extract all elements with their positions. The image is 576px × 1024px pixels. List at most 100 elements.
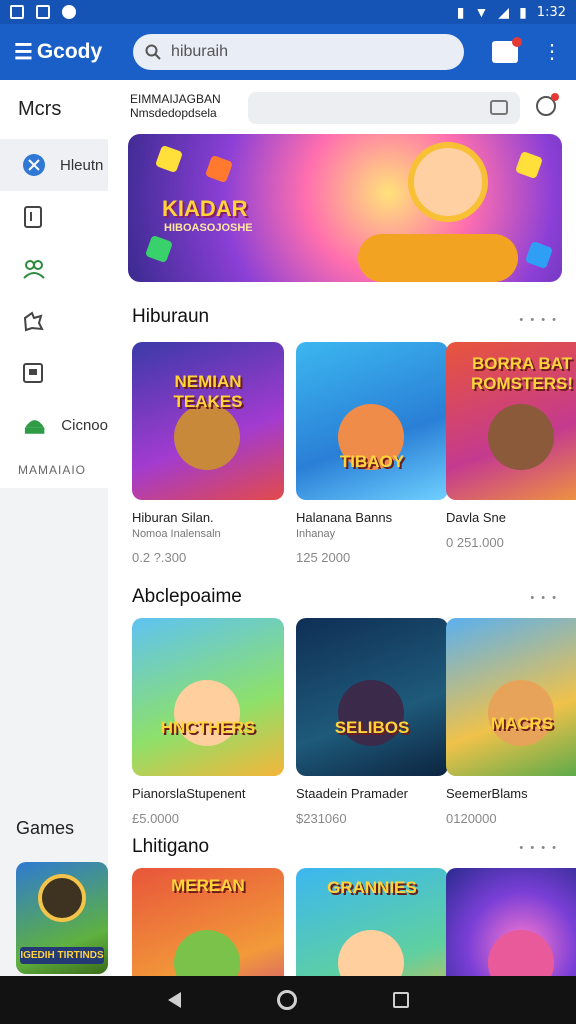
- game-price: $231060: [296, 811, 347, 826]
- games-thumb-text: IGEDIH TIRTINDS: [20, 947, 104, 964]
- thumbnail-text: TIBAOY: [339, 452, 405, 471]
- game-character-image: [338, 930, 404, 976]
- drawer-section-label: MAMAIAIO: [18, 463, 87, 477]
- banner-title: KIADAR: [162, 196, 248, 221]
- games-label: Games: [16, 818, 75, 838]
- game-thumbnail: BORRA BAT ROMSTERS!: [446, 342, 576, 500]
- decor-cube: [204, 154, 234, 184]
- search-input[interactable]: hiburaih: [171, 43, 228, 61]
- game-card[interactable]: MACRS SeemerBlams 0120000: [446, 618, 576, 826]
- thumbnail-text: GRANNIES: [327, 878, 417, 897]
- section-more-button[interactable]: • • •: [530, 592, 558, 604]
- gamepad-image: [358, 234, 518, 282]
- drawer-item-3[interactable]: [0, 295, 108, 347]
- thumbnail-text: SELIBOS: [334, 718, 410, 737]
- game-character-image: [174, 404, 240, 470]
- game-thumbnail: MACRS: [446, 618, 576, 776]
- store-header-line2: Nmsdedopdsela: [130, 106, 217, 120]
- drawer-item-0[interactable]: Hleutn: [0, 139, 108, 191]
- game-thumbnail: [446, 868, 576, 976]
- decor-cube: [154, 144, 184, 174]
- back-icon[interactable]: [167, 992, 181, 1008]
- game-price: £5.0000: [132, 811, 179, 826]
- drawer-item-label: Cicnoo: [61, 416, 108, 434]
- inbox-icon[interactable]: [492, 37, 522, 63]
- games-thumbnail[interactable]: IGEDIH TIRTINDS: [16, 862, 108, 974]
- drawer-item-4[interactable]: [0, 347, 108, 399]
- drawer-title: Mcrs: [18, 98, 62, 120]
- thumbnail-text: BORRA BAT ROMSTERS!: [471, 354, 573, 393]
- game-card[interactable]: SELIBOS Staadein Pramader $231060: [296, 618, 448, 826]
- game-price: 0 251.000: [446, 535, 504, 550]
- drawer-item-5[interactable]: Cicnoo: [0, 399, 108, 451]
- game-price: 0120000: [446, 811, 497, 826]
- section-more-button[interactable]: • • • •: [519, 842, 558, 854]
- thumbnail-text: HNCTHERS: [160, 718, 256, 737]
- thumbnail-text: MACRS: [490, 714, 554, 733]
- game-character-image: [488, 680, 554, 746]
- game-thumbnail: GRANNIES: [296, 868, 448, 976]
- game-title: Davla Sne: [446, 510, 506, 525]
- decor-cube: [524, 240, 554, 270]
- game-subtitle: Inhanay: [296, 528, 336, 540]
- store-header-line1: EIMMAIJAGBAN: [130, 92, 221, 106]
- game-title: Staadein Pramader: [296, 786, 409, 801]
- discord-notification-icon: [62, 5, 76, 19]
- game-card[interactable]: GRANNIES: [296, 868, 448, 976]
- tablet-icon: [24, 206, 42, 228]
- secondary-search-bar[interactable]: [248, 92, 520, 124]
- app-title: Gcody: [36, 40, 103, 63]
- more-vert-icon[interactable]: ⋮: [542, 42, 562, 62]
- side-drawer: Mcrs Hleutn Cicnoo MAMAIAIO: [0, 80, 108, 488]
- game-price: 0.2 ?.300: [132, 550, 187, 565]
- thumbnail-text: NEMIAN TEAKES: [173, 372, 243, 411]
- store-header: EIMMAIJAGBAN Nmsdedopdsela: [130, 92, 221, 120]
- puzzle-icon: [23, 311, 44, 332]
- notification-badge: [512, 37, 522, 47]
- vibrate-icon: ▮: [456, 3, 465, 20]
- drawer-item-2[interactable]: [0, 243, 108, 295]
- people-icon: [23, 260, 45, 279]
- game-card[interactable]: BORRA BAT ROMSTERS! Davla Sne 0 251.000: [446, 342, 576, 550]
- search-icon: [145, 44, 161, 60]
- main-content: EIMMAIJAGBAN Nmsdedopdsela KIADAR HIBOAS…: [108, 80, 576, 976]
- app-logo[interactable]: ☰ Gcody: [14, 40, 119, 65]
- game-thumbnail: TIBAOY: [296, 342, 448, 500]
- game-card[interactable]: NEMIAN TEAKES Hiburan Silan. Nomoa Inale…: [132, 342, 284, 565]
- section-more-button[interactable]: • • • •: [519, 314, 558, 326]
- hero-banner[interactable]: KIADAR HIBOASOJOSHE: [128, 134, 562, 282]
- recent-apps-icon[interactable]: [392, 992, 409, 1008]
- game-character-image: [38, 874, 86, 922]
- clock: 1:32: [536, 4, 566, 20]
- game-title: SeemerBlams: [446, 786, 528, 801]
- wifi-icon: ▼: [474, 4, 489, 20]
- game-price: 125 2000: [296, 550, 351, 565]
- home-icon[interactable]: [276, 990, 297, 1010]
- thumbnail-text: MEREAN: [171, 876, 245, 895]
- game-thumbnail: MEREAN: [132, 868, 284, 976]
- navigation-bar: [0, 976, 576, 1024]
- gallery-notification-icon: [10, 5, 24, 19]
- game-card[interactable]: MEREAN: [132, 868, 284, 976]
- section-title: Lhitigano: [132, 836, 210, 857]
- drawer-item-label: Hleutn: [60, 156, 104, 174]
- camera-icon[interactable]: [490, 100, 508, 115]
- notification-bell-icon[interactable]: [536, 93, 559, 116]
- decor-cube: [514, 150, 544, 180]
- status-bar: ▮ ▼ ◢ ▮ 1:32: [0, 0, 576, 24]
- game-card[interactable]: [446, 868, 576, 976]
- search-bar[interactable]: hiburaih: [133, 34, 465, 70]
- signal-icon: ◢: [498, 3, 510, 20]
- menu-icon[interactable]: ☰: [14, 40, 33, 65]
- game-title: PianorslaStupenent: [132, 786, 246, 801]
- drawer-item-1[interactable]: [0, 191, 108, 243]
- game-card[interactable]: TIBAOY Halanana Banns Inhanay 125 2000: [296, 342, 448, 565]
- game-title: Halanana Banns: [296, 510, 393, 525]
- game-card[interactable]: HNCTHERS PianorslaStupenent £5.0000: [132, 618, 284, 826]
- game-thumbnail: SELIBOS: [296, 618, 448, 776]
- battery-icon: ▮: [519, 3, 527, 20]
- banner-subtitle: HIBOASOJOSHE: [164, 222, 253, 234]
- section-title: Hiburaun: [132, 306, 210, 327]
- game-thumbnail: HNCTHERS: [132, 618, 284, 776]
- compass-icon: [23, 154, 45, 176]
